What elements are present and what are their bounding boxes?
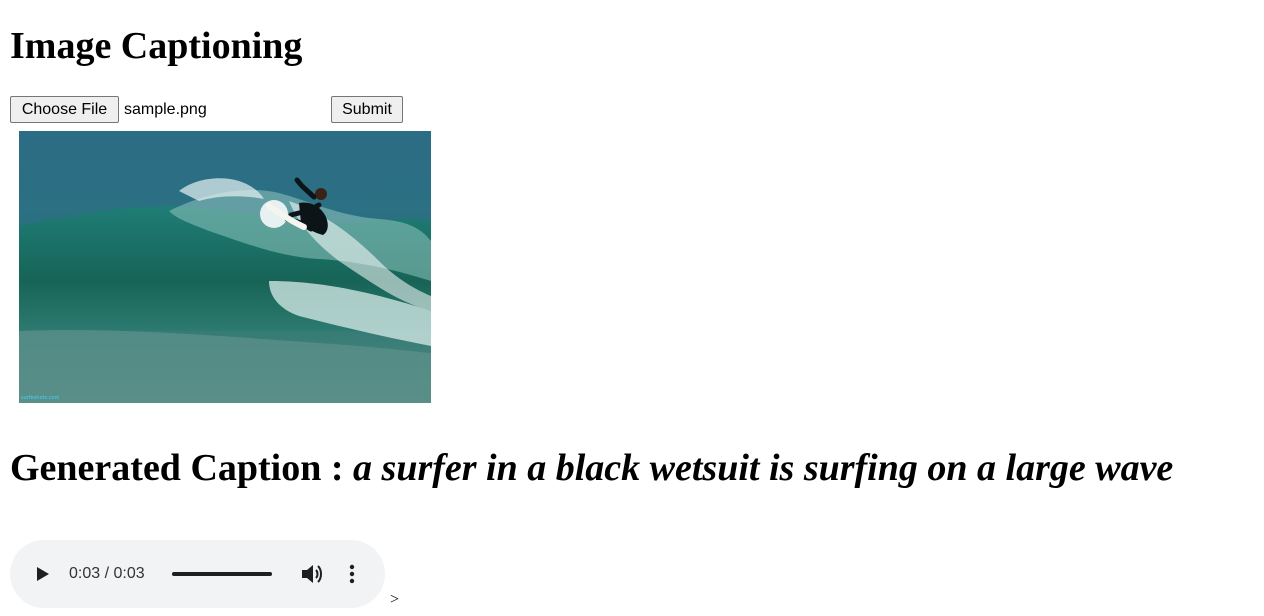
play-icon[interactable] [32,564,52,584]
page-title: Image Captioning [10,25,303,67]
selected-file-name: sample.png [124,101,207,118]
upload-form: Choose File sample.png Submit [10,96,410,123]
surf-photo [19,131,431,403]
choose-file-button[interactable]: Choose File [10,96,119,123]
audio-player: 0:03 / 0:03 [10,540,385,608]
image-watermark: surfeshots.com [21,395,60,401]
volume-icon[interactable] [300,563,324,585]
generated-caption: Generated Caption : a surfer in a black … [10,444,1173,492]
submit-button[interactable]: Submit [331,96,403,123]
audio-time: 0:03 / 0:03 [69,565,145,582]
caption-text: a surfer in a black wetsuit is surfing o… [353,447,1174,489]
audio-seek-bar[interactable] [172,565,272,583]
stray-text: > [390,591,400,608]
more-options-icon[interactable] [344,563,360,585]
uploaded-image: surfeshots.com [19,131,431,403]
caption-label: Generated Caption : [10,447,354,489]
seek-progress [172,572,272,576]
